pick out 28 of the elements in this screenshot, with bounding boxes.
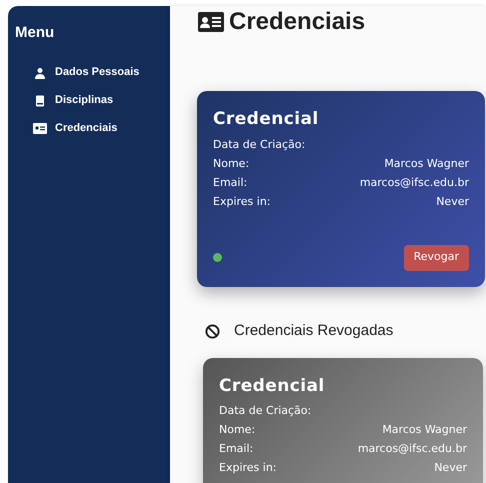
field-value: Marcos Wagner [384, 156, 469, 172]
field-label: Expires in: [219, 460, 277, 476]
field-label: Expires in: [213, 194, 271, 210]
field-value: marcos@ifsc.edu.br [358, 441, 467, 457]
field-label: Data de Criação: [219, 403, 312, 419]
field-label: Nome: [213, 156, 250, 172]
book-icon [34, 94, 46, 106]
prohibited-icon [205, 324, 220, 339]
field-label: Email: [219, 441, 254, 457]
sidebar-title: Menu [15, 23, 54, 43]
sidebar-item[interactable]: Dados Pessoais [33, 62, 140, 82]
id-card-icon [33, 123, 47, 134]
field-label: Nome: [219, 422, 256, 438]
sidebar-item[interactable]: Credenciais [33, 118, 118, 138]
person-icon [34, 66, 46, 78]
sidebar-item[interactable]: Disciplinas [33, 90, 114, 110]
revoke-button[interactable]: Revogar [404, 244, 469, 270]
field-label: Data de Criação: [213, 136, 306, 152]
field-label: Email: [213, 174, 248, 190]
card-title: Credencial [213, 108, 320, 131]
section-title: Credenciais Revogadas [234, 321, 394, 342]
page-title: Credenciais [229, 7, 366, 37]
field-value: Never [436, 194, 469, 210]
field-value: Never [434, 460, 467, 476]
field-value: Marcos Wagner [382, 422, 467, 438]
id-card-icon [197, 11, 225, 33]
field-value: marcos@ifsc.edu.br [360, 174, 469, 190]
card-title: Credencial [219, 374, 326, 398]
